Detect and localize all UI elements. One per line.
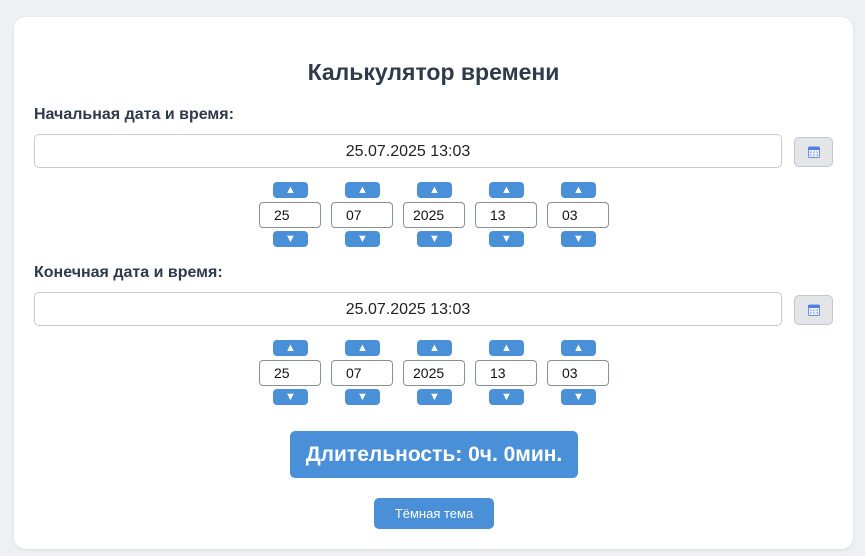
start-day-spinner: ▲ 25 ▼ (259, 182, 321, 248)
end-minute-field[interactable]: 03 (547, 360, 609, 386)
start-hour-down-button[interactable]: ▼ (489, 231, 524, 247)
start-minute-down-button[interactable]: ▼ (561, 231, 596, 247)
start-year-field[interactable]: 2025 (403, 202, 465, 228)
start-minute-spinner: ▲ 03 ▼ (547, 182, 609, 248)
start-month-up-button[interactable]: ▲ (345, 182, 380, 198)
end-spinners: ▲ 25 ▼ ▲ 07 ▼ ▲ 2025 ▼ ▲ 13 ▼ ▲ 03 ▼ (14, 340, 853, 406)
end-year-field[interactable]: 2025 (403, 360, 465, 386)
start-month-down-button[interactable]: ▼ (345, 231, 380, 247)
end-day-up-button[interactable]: ▲ (273, 340, 308, 356)
start-year-down-button[interactable]: ▼ (417, 231, 452, 247)
calculator-card: Калькулятор времени Начальная дата и вре… (14, 17, 853, 549)
end-label: Конечная дата и время: (34, 264, 223, 281)
start-minute-field[interactable]: 03 (547, 202, 609, 228)
end-minute-spinner: ▲ 03 ▼ (547, 340, 609, 406)
end-month-down-button[interactable]: ▼ (345, 389, 380, 405)
end-hour-field[interactable]: 13 (475, 360, 537, 386)
end-day-field[interactable]: 25 (259, 360, 321, 386)
end-month-up-button[interactable]: ▲ (345, 340, 380, 356)
dark-theme-button[interactable]: Тёмная тема (374, 498, 494, 529)
end-datetime-input[interactable]: 25.07.2025 13:03 (34, 292, 782, 326)
start-hour-field[interactable]: 13 (475, 202, 537, 228)
start-day-up-button[interactable]: ▲ (273, 182, 308, 198)
start-spinners: ▲ 25 ▼ ▲ 07 ▼ ▲ 2025 ▼ ▲ 13 ▼ ▲ 03 ▼ (14, 182, 853, 248)
start-datetime-input[interactable]: 25.07.2025 13:03 (34, 134, 782, 168)
end-minute-down-button[interactable]: ▼ (561, 389, 596, 405)
end-hour-down-button[interactable]: ▼ (489, 389, 524, 405)
end-year-spinner: ▲ 2025 ▼ (403, 340, 465, 406)
start-day-field[interactable]: 25 (259, 202, 321, 228)
end-calendar-button[interactable] (794, 295, 833, 325)
start-year-up-button[interactable]: ▲ (417, 182, 452, 198)
start-minute-up-button[interactable]: ▲ (561, 182, 596, 198)
duration-display: Длительность: 0ч. 0мин. (290, 431, 578, 478)
end-month-field[interactable]: 07 (331, 360, 393, 386)
start-hour-up-button[interactable]: ▲ (489, 182, 524, 198)
end-day-down-button[interactable]: ▼ (273, 389, 308, 405)
start-label: Начальная дата и время: (34, 106, 234, 123)
calendar-icon (807, 146, 820, 158)
end-hour-spinner: ▲ 13 ▼ (475, 340, 537, 406)
start-month-field[interactable]: 07 (331, 202, 393, 228)
end-year-down-button[interactable]: ▼ (417, 389, 452, 405)
end-minute-up-button[interactable]: ▲ (561, 340, 596, 356)
start-calendar-button[interactable] (794, 137, 833, 167)
end-day-spinner: ▲ 25 ▼ (259, 340, 321, 406)
start-year-spinner: ▲ 2025 ▼ (403, 182, 465, 248)
start-day-down-button[interactable]: ▼ (273, 231, 308, 247)
page-title: Калькулятор времени (307, 59, 560, 85)
end-month-spinner: ▲ 07 ▼ (331, 340, 393, 406)
calendar-icon (807, 304, 820, 316)
start-month-spinner: ▲ 07 ▼ (331, 182, 393, 248)
start-hour-spinner: ▲ 13 ▼ (475, 182, 537, 248)
end-hour-up-button[interactable]: ▲ (489, 340, 524, 356)
end-year-up-button[interactable]: ▲ (417, 340, 452, 356)
